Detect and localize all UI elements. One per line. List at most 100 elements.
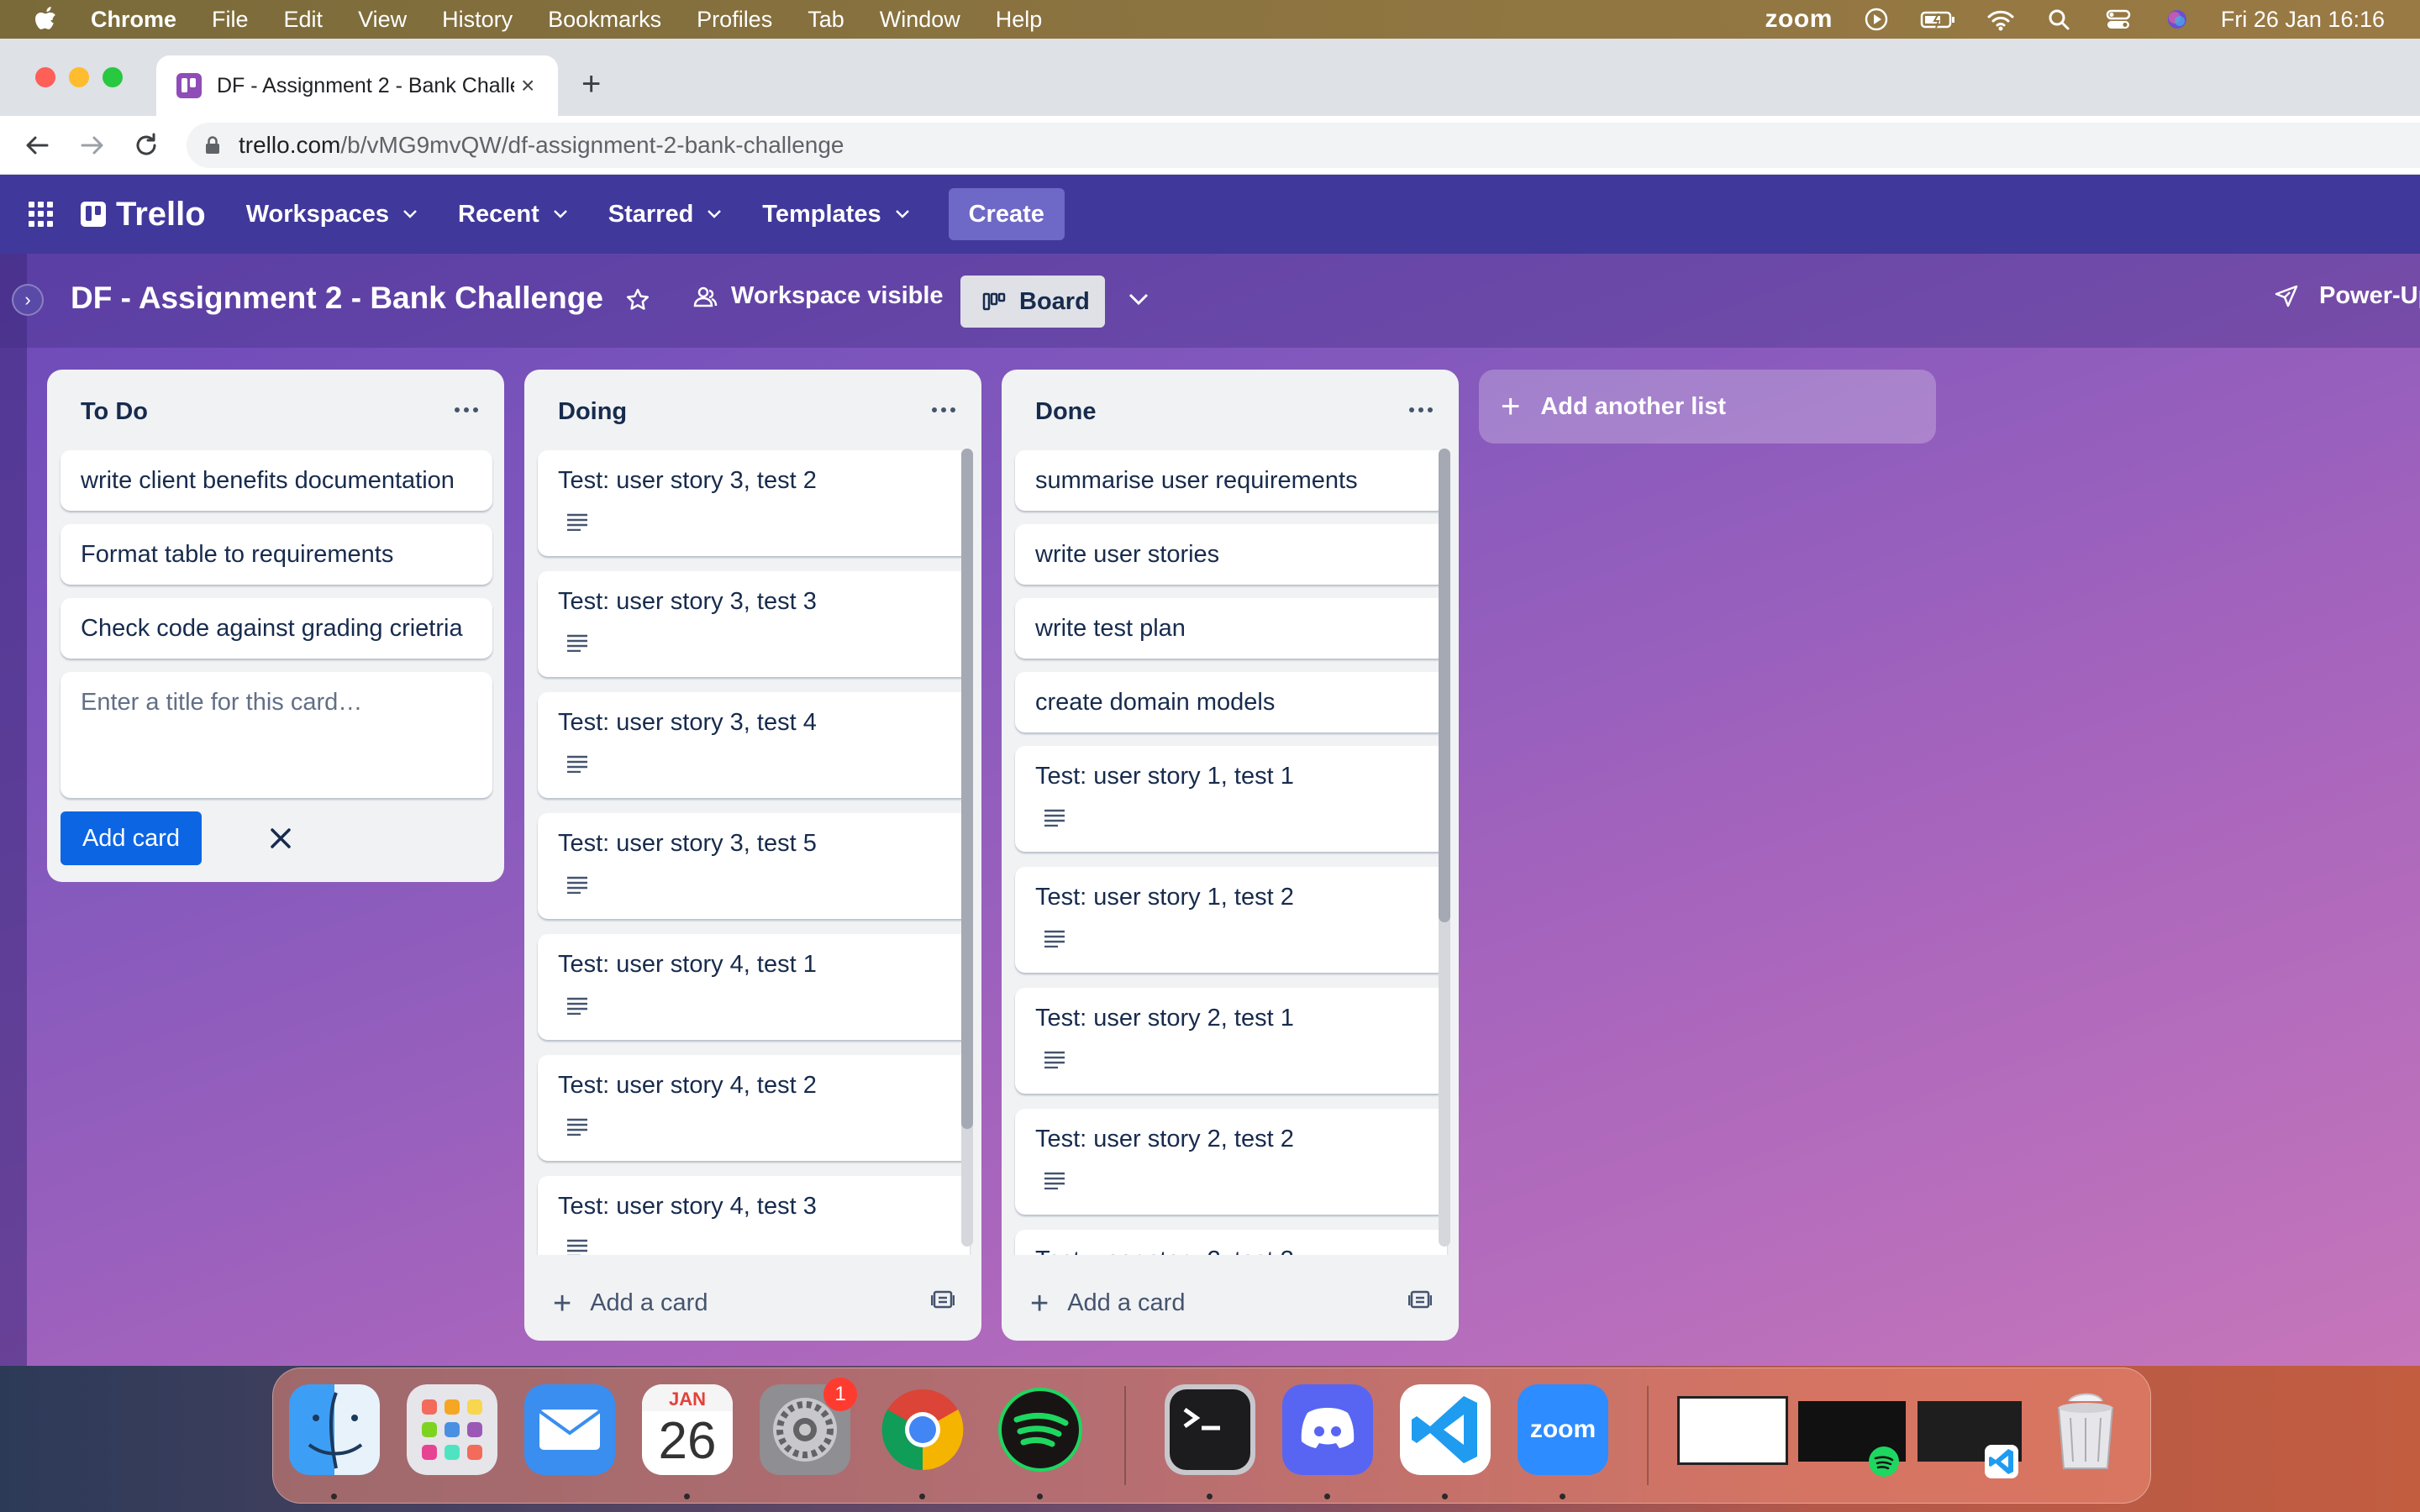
trash-icon[interactable] <box>2040 1384 2131 1475</box>
card[interactable]: Test: user story 4, test 2 <box>538 1055 970 1161</box>
card[interactable]: Test: user story 3, test 3 <box>538 571 970 677</box>
terminal-icon[interactable] <box>1165 1384 1255 1475</box>
lock-icon[interactable] <box>205 136 220 155</box>
menu-tab[interactable]: Tab <box>808 7 844 33</box>
chevron-down-icon <box>895 210 909 218</box>
done-cards-scroll[interactable]: summarise user requirements write user s… <box>1002 370 1459 1255</box>
forward-arrow-icon[interactable] <box>77 130 108 160</box>
card[interactable]: Test: user story 4, test 1 <box>538 934 970 1040</box>
discord-icon[interactable] <box>1282 1384 1373 1475</box>
scrollbar[interactable] <box>961 449 973 1247</box>
add-another-list-button[interactable]: + Add another list <box>1479 370 1936 444</box>
menu-help[interactable]: Help <box>996 7 1043 33</box>
back-arrow-icon[interactable] <box>22 130 52 160</box>
new-card-title-input[interactable]: Enter a title for this card… <box>60 672 492 798</box>
window-minimize-button[interactable] <box>69 67 89 87</box>
visibility-button[interactable]: Workspace visible <box>692 282 944 310</box>
battery-icon[interactable] <box>1920 7 1957 32</box>
menu-clock[interactable]: Fri 26 Jan 16:16 <box>2221 7 2385 33</box>
new-tab-button[interactable]: + <box>581 66 601 103</box>
url-input[interactable]: trello.com/b/vMG9mvQW/df-assignment-2-ba… <box>187 123 2420 168</box>
menu-app-name[interactable]: Chrome <box>91 7 176 33</box>
menu-view[interactable]: View <box>358 7 407 33</box>
card[interactable]: write test plan <box>1015 598 1447 659</box>
card-template-icon[interactable] <box>931 1289 955 1310</box>
sidebar-expand-button[interactable]: › <box>12 284 44 316</box>
board-canvas: › DF - Assignment 2 - Bank Challenge Wor… <box>0 254 2420 1366</box>
zoom-icon[interactable]: zoom <box>1518 1384 1608 1475</box>
close-icon[interactable] <box>269 827 292 850</box>
add-a-card-button[interactable]: + Add a card <box>553 1285 708 1321</box>
menu-bookmarks[interactable]: Bookmarks <box>548 7 661 33</box>
play-icon[interactable] <box>1861 7 1891 32</box>
zoom-status-item[interactable]: zoom <box>1765 5 1833 34</box>
card[interactable]: Test: user story 3, test 5 <box>538 813 970 919</box>
scrollbar-thumb[interactable] <box>1439 449 1450 922</box>
menu-profiles[interactable]: Profiles <box>697 7 772 33</box>
board-view-button[interactable]: Board <box>960 276 1105 328</box>
star-icon[interactable] <box>625 287 650 312</box>
plus-icon: + <box>553 1285 572 1321</box>
starred-dropdown[interactable]: Starred <box>608 201 723 228</box>
card[interactable]: Test: user story 2, test 2 <box>1015 1109 1447 1215</box>
powerups-button[interactable]: Power-Ups <box>2274 282 2420 310</box>
mail-icon[interactable] <box>524 1384 615 1475</box>
tab-close-icon[interactable]: × <box>521 72 534 99</box>
window-zoom-button[interactable] <box>103 67 123 87</box>
card[interactable]: write client benefits documentation <box>60 450 492 511</box>
menu-file[interactable]: File <box>212 7 249 33</box>
spotlight-search-icon[interactable] <box>2044 7 2075 32</box>
card[interactable]: write user stories <box>1015 524 1447 585</box>
menu-window[interactable]: Window <box>880 7 960 33</box>
app-switcher-icon[interactable] <box>29 202 54 227</box>
card[interactable]: Test: user story 3, test 2 <box>538 450 970 556</box>
add-card-button[interactable]: Add card <box>60 811 202 865</box>
templates-dropdown[interactable]: Templates <box>762 201 909 228</box>
menu-edit[interactable]: Edit <box>284 7 324 33</box>
card[interactable]: Test: user story 4, test 3 <box>538 1176 970 1255</box>
apple-menu-icon[interactable] <box>32 5 57 34</box>
description-icon <box>567 755 587 773</box>
card[interactable]: Test: user story 3, test 4 <box>538 692 970 798</box>
card[interactable]: summarise user requirements <box>1015 450 1447 511</box>
control-center-icon[interactable] <box>2103 7 2133 32</box>
doing-cards-scroll[interactable]: Test: user story 3, test 2 Test: user st… <box>524 370 981 1255</box>
siri-icon[interactable] <box>2162 7 2192 32</box>
more-options-icon[interactable] <box>454 407 479 413</box>
card[interactable]: Format table to requirements <box>60 524 492 585</box>
card-title: Test: user story 3, test 2 <box>558 467 817 494</box>
card[interactable]: Test: user story 1, test 2 <box>1015 867 1447 973</box>
recent-dropdown[interactable]: Recent <box>458 201 568 228</box>
card[interactable]: Check code against grading crietria <box>60 598 492 659</box>
card-title: Format table to requirements <box>81 541 394 568</box>
launchpad-icon[interactable] <box>407 1384 497 1475</box>
browser-tab-active[interactable]: DF - Assignment 2 - Bank Challenge | Tre… <box>156 55 558 116</box>
reload-icon[interactable] <box>131 130 161 160</box>
calendar-icon[interactable]: JAN 26 <box>642 1384 733 1475</box>
card[interactable]: Test: user story 2, test 1 <box>1015 988 1447 1094</box>
trello-logo[interactable]: Trello <box>81 196 206 234</box>
minimized-window-thumbnail[interactable] <box>1677 1396 1788 1465</box>
menu-history[interactable]: History <box>442 7 513 33</box>
dock-separator <box>1124 1386 1126 1485</box>
card[interactable]: create domain models <box>1015 672 1447 732</box>
scrollbar[interactable] <box>1439 449 1450 1247</box>
board-title[interactable]: DF - Assignment 2 - Bank Challenge <box>71 281 603 316</box>
window-close-button[interactable] <box>35 67 55 87</box>
card-template-icon[interactable] <box>1408 1289 1432 1310</box>
finder-icon[interactable] <box>289 1384 380 1475</box>
view-switcher-chevron-icon[interactable] <box>1128 292 1150 306</box>
chrome-icon[interactable] <box>877 1384 968 1475</box>
scrollbar-thumb[interactable] <box>961 449 973 1129</box>
add-a-card-button[interactable]: + Add a card <box>1030 1288 1185 1320</box>
create-button[interactable]: Create <box>948 188 1065 240</box>
wifi-icon[interactable] <box>1986 7 2016 32</box>
description-icon <box>1044 809 1065 827</box>
card[interactable]: Test: user story 2, test 3 <box>1015 1230 1447 1255</box>
list-title[interactable]: To Do <box>81 398 148 426</box>
workspaces-dropdown[interactable]: Workspaces <box>246 201 418 228</box>
card[interactable]: Test: user story 1, test 1 <box>1015 746 1447 852</box>
spotify-icon[interactable] <box>995 1384 1086 1475</box>
card-title: Test: user story 2, test 3 <box>1035 1247 1294 1255</box>
vscode-icon[interactable] <box>1400 1384 1491 1475</box>
